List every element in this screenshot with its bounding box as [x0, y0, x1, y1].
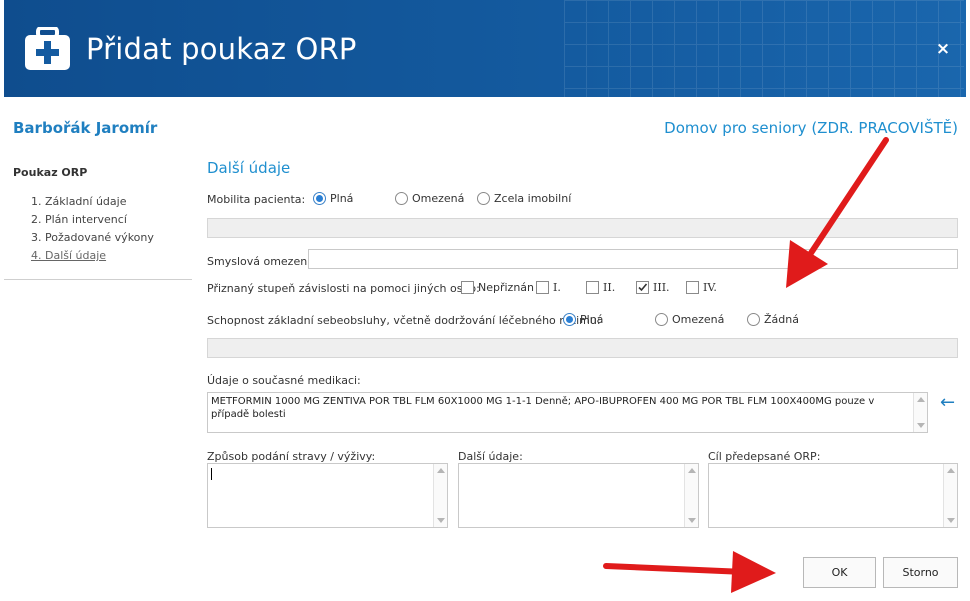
- scrollbar[interactable]: [913, 393, 927, 432]
- dependency-label: Přiznaný stupeň závislosti na pomoci jin…: [207, 282, 480, 295]
- scroll-down-icon[interactable]: [947, 518, 955, 523]
- dependency-checkbox-none[interactable]: Nepřiznán: [461, 281, 534, 294]
- dialog-header: Přidat poukaz ORP ×: [4, 0, 966, 97]
- goal-label: Cíl předepsané ORP:: [708, 450, 821, 463]
- sidebar-nav: 1. Základní údaje 2. Plán intervencí 3. …: [31, 195, 154, 267]
- dependency-checkbox-1[interactable]: I.: [536, 281, 561, 294]
- scroll-down-icon[interactable]: [917, 423, 925, 428]
- checkbox-box: [461, 281, 474, 294]
- nutrition-textarea[interactable]: [207, 463, 448, 528]
- medication-label: Údaje o současné medikaci:: [207, 374, 361, 387]
- scrollbar[interactable]: [943, 464, 957, 527]
- check-icon: [636, 281, 649, 294]
- sidebar-item-services[interactable]: 3. Požadované výkony: [31, 231, 154, 249]
- other-textarea[interactable]: [458, 463, 699, 528]
- mobility-label: Mobilita pacienta:: [207, 193, 306, 206]
- checkbox-box: [536, 281, 549, 294]
- header-pattern: [564, 0, 964, 97]
- ok-button[interactable]: OK: [803, 557, 876, 588]
- sensory-input[interactable]: [308, 249, 958, 269]
- mobility-radio-full[interactable]: Plná: [313, 192, 353, 205]
- radio-selected: [313, 192, 326, 205]
- radio-unselected: [477, 192, 490, 205]
- scroll-down-icon[interactable]: [437, 518, 445, 523]
- scroll-up-icon[interactable]: [688, 468, 696, 473]
- sidebar-title: Poukaz ORP: [13, 166, 88, 179]
- mobility-radio-limited[interactable]: Omezená: [395, 192, 464, 205]
- sidebar-divider: [4, 279, 192, 280]
- checkbox-box: [586, 281, 599, 294]
- mobility-radio-immobile[interactable]: Zcela imobilní: [477, 192, 571, 205]
- mobility-note-field: [207, 218, 958, 238]
- annotation-arrow-lower: [603, 551, 776, 593]
- dependency-checkbox-3[interactable]: III.: [636, 281, 670, 294]
- scrollbar[interactable]: [433, 464, 447, 527]
- scroll-up-icon[interactable]: [947, 468, 955, 473]
- selfcare-radio-limited[interactable]: Omezená: [655, 313, 724, 326]
- close-icon[interactable]: ×: [934, 40, 952, 58]
- dependency-checkbox-4[interactable]: IV.: [686, 281, 717, 294]
- radio-unselected: [655, 313, 668, 326]
- radio-selected: [563, 313, 576, 326]
- cancel-button[interactable]: Storno: [883, 557, 958, 588]
- sensory-label: Smyslová omezení:: [207, 255, 314, 268]
- arrow-left-icon[interactable]: ←: [940, 394, 955, 412]
- scroll-up-icon[interactable]: [437, 468, 445, 473]
- section-title: Další údaje: [207, 159, 291, 177]
- scroll-up-icon[interactable]: [917, 397, 925, 402]
- first-aid-kit-icon: [25, 27, 70, 70]
- goal-textarea[interactable]: [708, 463, 958, 528]
- patient-name: Barbořák Jaromír: [13, 119, 158, 137]
- nutrition-label: Způsob podání stravy / výživy:: [207, 450, 376, 463]
- facility-name: Domov pro seniory (ZDR. PRACOVIŠTĚ): [664, 119, 958, 137]
- selfcare-label: Schopnost základní sebeobsluhy, včetně d…: [207, 314, 601, 327]
- text-cursor: [211, 468, 212, 480]
- sidebar-item-plan[interactable]: 2. Plán intervencí: [31, 213, 154, 231]
- selfcare-note-field: [207, 338, 958, 358]
- sidebar-item-other[interactable]: 4. Další údaje: [31, 249, 154, 267]
- sidebar-item-basic[interactable]: 1. Základní údaje: [31, 195, 154, 213]
- scrollbar[interactable]: [684, 464, 698, 527]
- dialog-title: Přidat poukaz ORP: [86, 32, 357, 66]
- checkbox-box: [686, 281, 699, 294]
- dependency-checkbox-2[interactable]: II.: [586, 281, 615, 294]
- medication-textarea[interactable]: METFORMIN 1000 MG ZENTIVA POR TBL FLM 60…: [207, 392, 928, 433]
- radio-unselected: [395, 192, 408, 205]
- selfcare-radio-none[interactable]: Žádná: [747, 313, 799, 326]
- other-label: Další údaje:: [458, 450, 523, 463]
- radio-unselected: [747, 313, 760, 326]
- scroll-down-icon[interactable]: [688, 518, 696, 523]
- medication-text: METFORMIN 1000 MG ZENTIVA POR TBL FLM 60…: [211, 396, 875, 420]
- selfcare-radio-full[interactable]: Plná: [563, 313, 603, 326]
